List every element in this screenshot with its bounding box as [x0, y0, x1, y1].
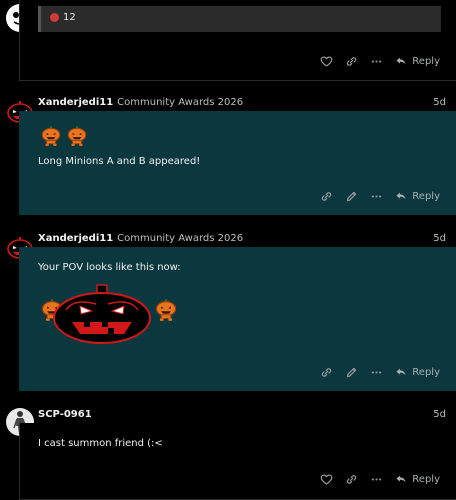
post-date[interactable]: 5d — [433, 409, 446, 420]
post-1-actions: Reply — [314, 53, 440, 69]
reply-label: Reply — [412, 55, 440, 67]
post-3-actions: Reply — [314, 364, 440, 380]
heart-icon[interactable] — [314, 53, 339, 69]
post-2: Xanderjedi11 Community Awards 2026 5d Lon… — [0, 92, 456, 218]
quote-count: 12 — [63, 12, 76, 23]
reply-button[interactable]: Reply — [395, 473, 440, 485]
reply-icon — [395, 190, 407, 202]
user-flair: Community Awards 2026 — [117, 97, 244, 108]
more-icon[interactable] — [364, 53, 389, 69]
reply-label: Reply — [412, 190, 440, 202]
more-icon[interactable] — [364, 364, 389, 380]
link-icon[interactable] — [314, 364, 339, 380]
post-2-actions: Reply — [314, 188, 440, 204]
pumpkin-emoji-icon — [66, 125, 88, 147]
link-icon[interactable] — [339, 471, 364, 487]
post-date[interactable]: 5d — [433, 97, 446, 108]
post-date[interactable]: 5d — [433, 233, 446, 244]
username[interactable]: Xanderjedi11 — [38, 97, 113, 108]
heart-icon[interactable] — [314, 471, 339, 487]
link-icon[interactable] — [339, 53, 364, 69]
giant-jack-o-lantern-image — [53, 284, 151, 344]
link-icon[interactable] — [314, 188, 339, 204]
pumpkin-emoji-icon — [154, 296, 178, 324]
pumpkin-emoji-icon — [40, 125, 62, 147]
username[interactable]: Xanderjedi11 — [38, 233, 113, 244]
heart-emoji-icon — [50, 13, 59, 22]
post-4-actions: Reply — [314, 471, 440, 487]
post-2-meta: Xanderjedi11 Community Awards 2026 — [38, 97, 243, 108]
user-flair: Community Awards 2026 — [117, 233, 244, 244]
post-body-text: I cast summon friend (:< — [38, 438, 163, 449]
reply-button[interactable]: Reply — [395, 366, 440, 378]
reply-icon — [395, 473, 407, 485]
quote-block: 12 — [38, 6, 441, 32]
reply-icon — [395, 366, 407, 378]
post-4-body — [19, 423, 456, 500]
post-body-text: Long Minions A and B appeared! — [38, 156, 201, 167]
post-body-text: Your POV looks like this now: — [38, 262, 181, 273]
post-3: Xanderjedi11 Community Awards 2026 5d You… — [0, 228, 456, 394]
username[interactable]: SCP-0961 — [38, 409, 92, 420]
reply-icon — [395, 55, 407, 67]
reply-button[interactable]: Reply — [395, 190, 440, 202]
more-icon[interactable] — [364, 188, 389, 204]
more-icon[interactable] — [364, 471, 389, 487]
post-4: SCP-0961 5d I cast summon friend (:< Rep… — [0, 404, 456, 500]
post-4-meta: SCP-0961 — [38, 409, 92, 420]
pencil-icon[interactable] — [339, 188, 364, 204]
pencil-icon[interactable] — [339, 364, 364, 380]
reply-label: Reply — [412, 473, 440, 485]
post-1: 12 Reply — [0, 0, 456, 82]
post-3-meta: Xanderjedi11 Community Awards 2026 — [38, 233, 243, 244]
reply-button[interactable]: Reply — [395, 55, 440, 67]
reply-label: Reply — [412, 366, 440, 378]
